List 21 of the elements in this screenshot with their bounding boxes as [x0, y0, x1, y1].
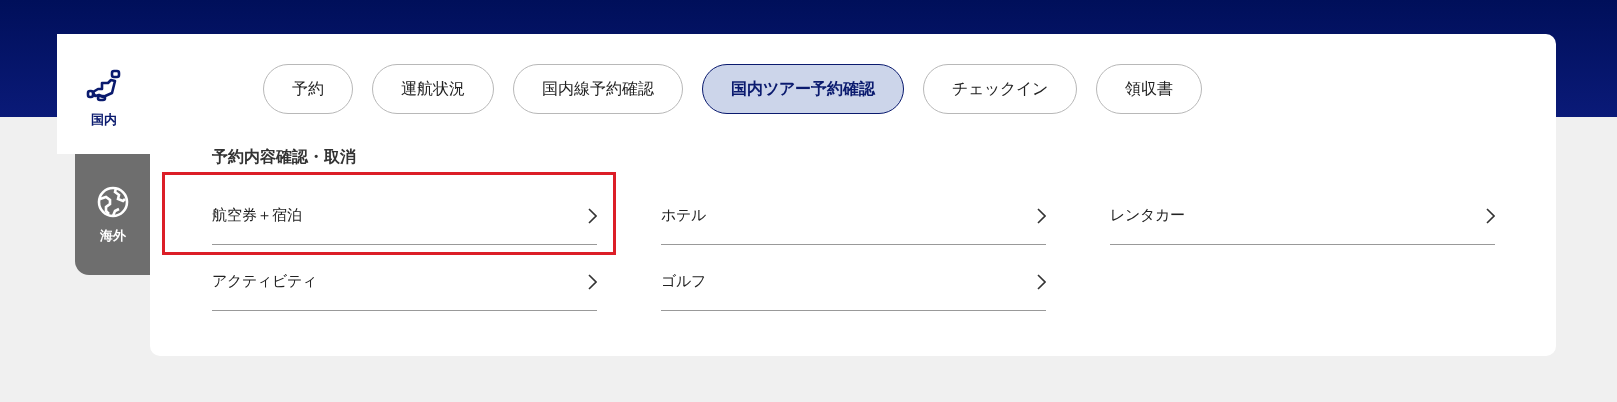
menu-tab[interactable]: チェックイン [923, 64, 1077, 114]
globe-icon [95, 184, 130, 219]
region-tab[interactable]: 国内 [57, 34, 150, 154]
chevron-right-icon [588, 273, 597, 290]
menu-link[interactable]: レンタカー [1110, 179, 1495, 245]
region-tab[interactable]: 海外 [75, 154, 150, 275]
menu-link[interactable]: 航空券＋宿泊 [212, 179, 597, 245]
menu-tab[interactable]: 国内ツアー予約確認 [702, 64, 904, 114]
menu-link[interactable]: ホテル [661, 179, 1046, 245]
menu-tab[interactable]: 予約 [263, 64, 353, 114]
menu-tab[interactable]: 国内線予約確認 [513, 64, 683, 114]
menu-link[interactable]: ゴルフ [661, 245, 1046, 311]
menu-tab[interactable]: 運航状況 [372, 64, 494, 114]
chevron-right-icon [588, 207, 597, 224]
menu-tab[interactable]: 領収書 [1096, 64, 1202, 114]
chevron-right-icon [1037, 273, 1046, 290]
chevron-right-icon [1486, 207, 1495, 224]
section-heading: 予約内容確認・取消 [212, 147, 357, 168]
japan-map-icon [85, 69, 122, 103]
chevron-right-icon [1037, 207, 1046, 224]
menu-link[interactable]: アクティビティ [212, 245, 597, 311]
